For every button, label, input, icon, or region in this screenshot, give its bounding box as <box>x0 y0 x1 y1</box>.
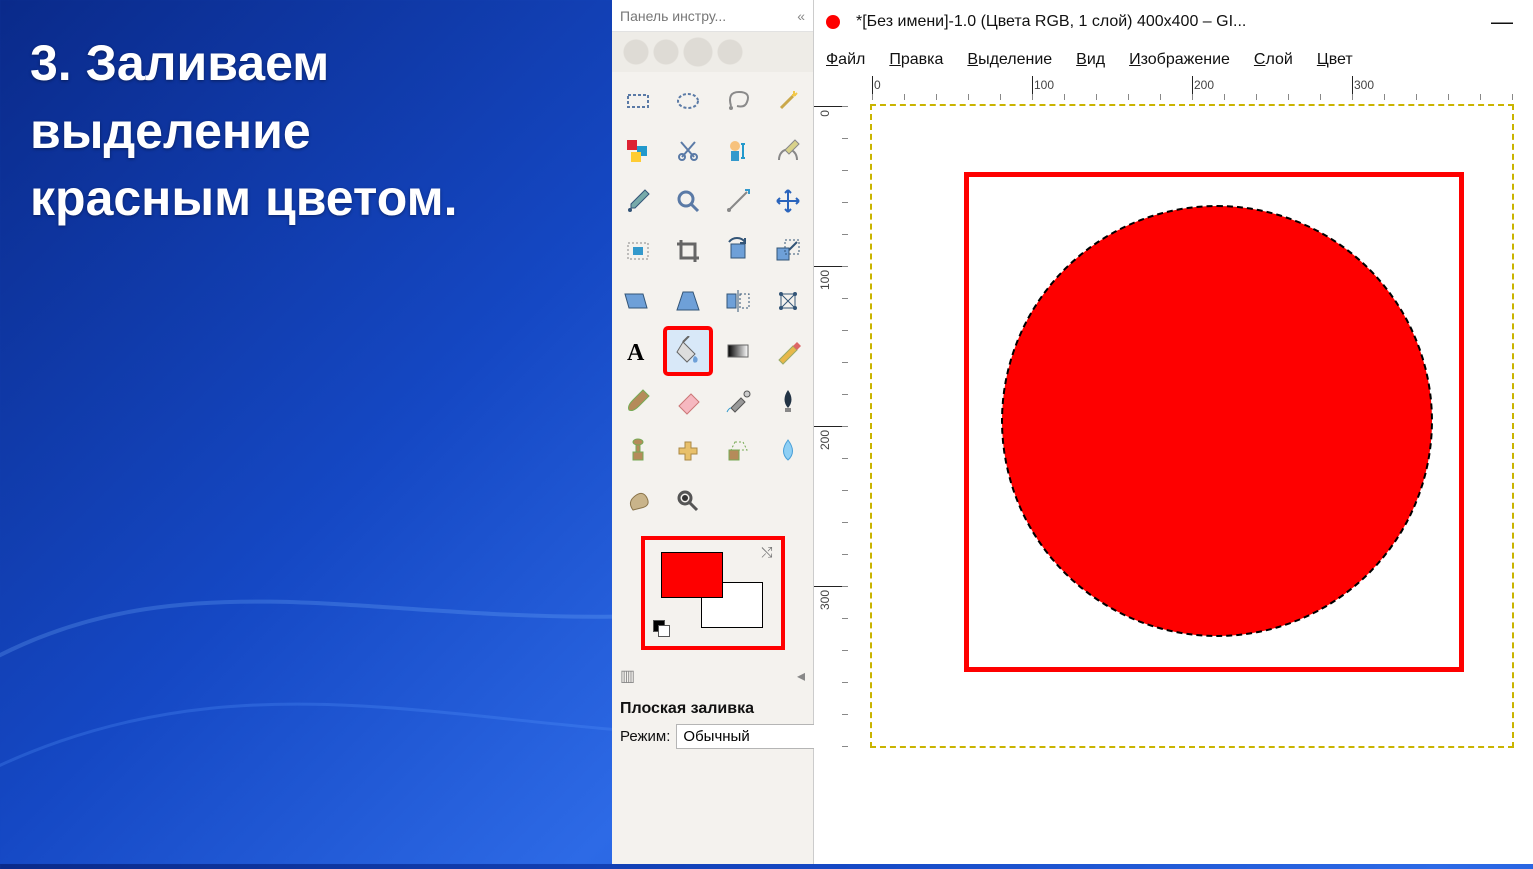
ruler-h-label: 300 <box>1354 78 1374 92</box>
dodge-tool-tool-button[interactable] <box>665 478 711 524</box>
rect-select-tool-button[interactable] <box>615 78 661 124</box>
foreground-color-swatch[interactable] <box>661 552 723 598</box>
ruler-vertical[interactable]: 0 100 200 300 <box>814 100 848 860</box>
eraser-tool-tool-button[interactable] <box>665 378 711 424</box>
canvas-area[interactable] <box>848 100 1533 860</box>
free-select-tool-button[interactable] <box>715 78 761 124</box>
pencil-tool-tool-button[interactable] <box>765 328 811 374</box>
fg-bg-color-widget[interactable]: ⤭ <box>643 538 783 648</box>
crop-tool-tool-button[interactable] <box>665 228 711 274</box>
scale-tool-tool-button[interactable] <box>765 228 811 274</box>
ruler-v-label: 0 <box>818 110 832 117</box>
clone-tool-tool-button[interactable] <box>615 428 661 474</box>
filled-ellipse-selection <box>1002 206 1432 636</box>
gimp-image-window: *[Без имени]-1.0 (Цвета RGB, 1 слой) 400… <box>814 0 1533 864</box>
slide-instruction-text: 3. Заливаемвыделениекрасным цветом. <box>30 30 458 233</box>
tool-option-mode-row: Режим: <box>612 720 813 753</box>
menu-вид[interactable]: Вид <box>1076 51 1105 69</box>
tool-options-title: Плоская заливка <box>612 690 813 720</box>
image-window-menubar: Файл Правка Выделение Вид Изображение Слой Цве… <box>814 44 1533 76</box>
ruler-h-label: 0 <box>874 78 881 92</box>
ink-tool-tool-button[interactable] <box>765 378 811 424</box>
tool-options-tab-icon[interactable]: ▥ <box>620 666 635 686</box>
menu-выделение[interactable]: Выделение <box>967 51 1052 69</box>
toolbox-detach-icon[interactable]: « <box>797 8 805 24</box>
image-window-titlebar[interactable]: *[Без имени]-1.0 (Цвета RGB, 1 слой) 400… <box>814 0 1533 44</box>
menu-файл[interactable]: Файл <box>826 51 865 69</box>
smudge-tool-tool-button[interactable] <box>615 478 661 524</box>
move-tool-tool-button[interactable] <box>765 178 811 224</box>
toolbox-titlebar[interactable]: Панель инстру... « <box>612 0 813 32</box>
heal-tool-tool-button[interactable] <box>665 428 711 474</box>
tool-options-tabbar: ▥ ◂ <box>612 662 813 690</box>
zoom-tool-tool-button[interactable] <box>665 178 711 224</box>
toolbox-title: Панель инстру... <box>620 8 726 24</box>
mode-label: Режим: <box>620 728 670 745</box>
ruler-horizontal[interactable]: 0 100 200 300 <box>848 76 1533 100</box>
perspective-clone-tool-button[interactable] <box>715 428 761 474</box>
measure-tool-tool-button[interactable] <box>715 178 761 224</box>
perspective-tool-tool-button[interactable] <box>665 278 711 324</box>
menu-слой[interactable]: Слой <box>1254 51 1293 69</box>
by-color-select-tool-button[interactable] <box>615 128 661 174</box>
paintbrush-tool-tool-button[interactable] <box>615 378 661 424</box>
foreground-select-tool-button[interactable] <box>715 128 761 174</box>
airbrush-tool-tool-button[interactable] <box>715 378 761 424</box>
text-tool-tool-button[interactable] <box>615 328 661 374</box>
ruler-v-label: 100 <box>818 270 832 290</box>
image-window-title: *[Без имени]-1.0 (Цвета RGB, 1 слой) 400… <box>856 13 1475 31</box>
title-color-dot-icon <box>826 15 840 29</box>
bucket-fill-tool-button[interactable] <box>665 328 711 374</box>
ruler-v-label: 300 <box>818 590 832 610</box>
default-colors-icon[interactable] <box>653 620 671 638</box>
ellipse-select-tool-button[interactable] <box>665 78 711 124</box>
blend-tool-tool-button[interactable] <box>715 328 761 374</box>
swap-colors-icon[interactable]: ⤭ <box>761 544 772 561</box>
menu-изображение[interactable]: Изображение <box>1129 51 1230 69</box>
tool-grid <box>612 72 813 532</box>
gimp-window: Панель инстру... « ⤭ ▥ ◂ Плоская заливка… <box>612 0 1533 864</box>
paths-tool-tool-button[interactable] <box>765 128 811 174</box>
cage-tool-tool-button[interactable] <box>765 278 811 324</box>
ruler-v-label: 200 <box>818 430 832 450</box>
window-minimize-button[interactable]: — <box>1491 9 1513 35</box>
shear-tool-tool-button[interactable] <box>615 278 661 324</box>
menu-правка[interactable]: Правка <box>889 51 943 69</box>
blur-tool-tool-button[interactable] <box>765 428 811 474</box>
flip-tool-tool-button[interactable] <box>715 278 761 324</box>
scissors-select-tool-button[interactable] <box>665 128 711 174</box>
gimp-toolbox: Панель инстру... « ⤭ ▥ ◂ Плоская заливка… <box>612 0 814 864</box>
wilber-logo-strip <box>612 32 813 72</box>
menu-цвет[interactable]: Цвет <box>1317 51 1353 69</box>
rotate-tool-tool-button[interactable] <box>715 228 761 274</box>
tool-options-menu-icon[interactable]: ◂ <box>797 666 805 686</box>
align-tool-tool-button[interactable] <box>615 228 661 274</box>
ruler-h-label: 100 <box>1034 78 1054 92</box>
color-picker-tool-button[interactable] <box>615 178 661 224</box>
fuzzy-select-tool-button[interactable] <box>765 78 811 124</box>
ruler-h-label: 200 <box>1194 78 1214 92</box>
